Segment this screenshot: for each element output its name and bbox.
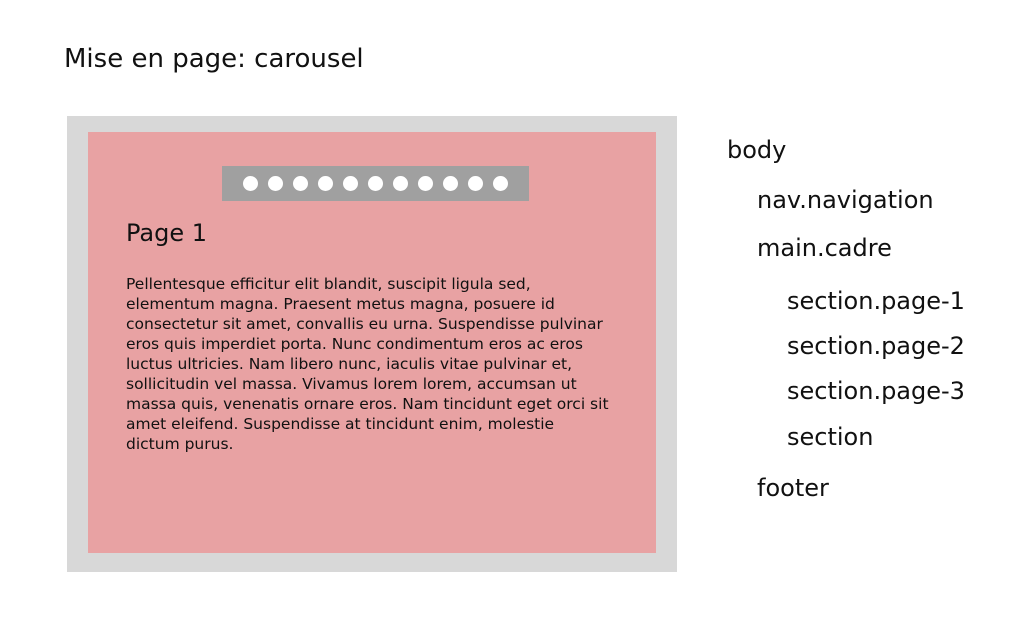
- nav-dot[interactable]: [393, 176, 408, 191]
- section-text: Pellentesque efficitur elit blandit, sus…: [126, 275, 609, 453]
- tree-footer: footer: [757, 474, 829, 502]
- nav-dot[interactable]: [293, 176, 308, 191]
- nav-dot[interactable]: [468, 176, 483, 191]
- nav-dot[interactable]: [443, 176, 458, 191]
- nav-dot[interactable]: [318, 176, 333, 191]
- section-title: Page 1: [126, 219, 207, 247]
- navigation-bar: [222, 166, 529, 201]
- nav-dot[interactable]: [343, 176, 358, 191]
- nav-dot[interactable]: [268, 176, 283, 191]
- tree-main: main.cadre: [757, 234, 892, 262]
- page-title: Mise en page: carousel: [64, 44, 364, 74]
- tree-body: body: [727, 136, 787, 164]
- tree-section-2: section.page-2: [787, 332, 965, 360]
- tree-nav: nav.navigation: [757, 186, 934, 214]
- tree-section-4: section: [787, 423, 874, 451]
- nav-dot[interactable]: [243, 176, 258, 191]
- carousel-frame: Page 1 Pellentesque efficitur elit bland…: [67, 116, 677, 572]
- main-cadre: Page 1 Pellentesque efficitur elit bland…: [88, 132, 656, 553]
- nav-dot[interactable]: [493, 176, 508, 191]
- nav-dot[interactable]: [368, 176, 383, 191]
- tree-section-3: section.page-3: [787, 377, 965, 405]
- tree-section-1: section.page-1: [787, 287, 965, 315]
- nav-dot[interactable]: [418, 176, 433, 191]
